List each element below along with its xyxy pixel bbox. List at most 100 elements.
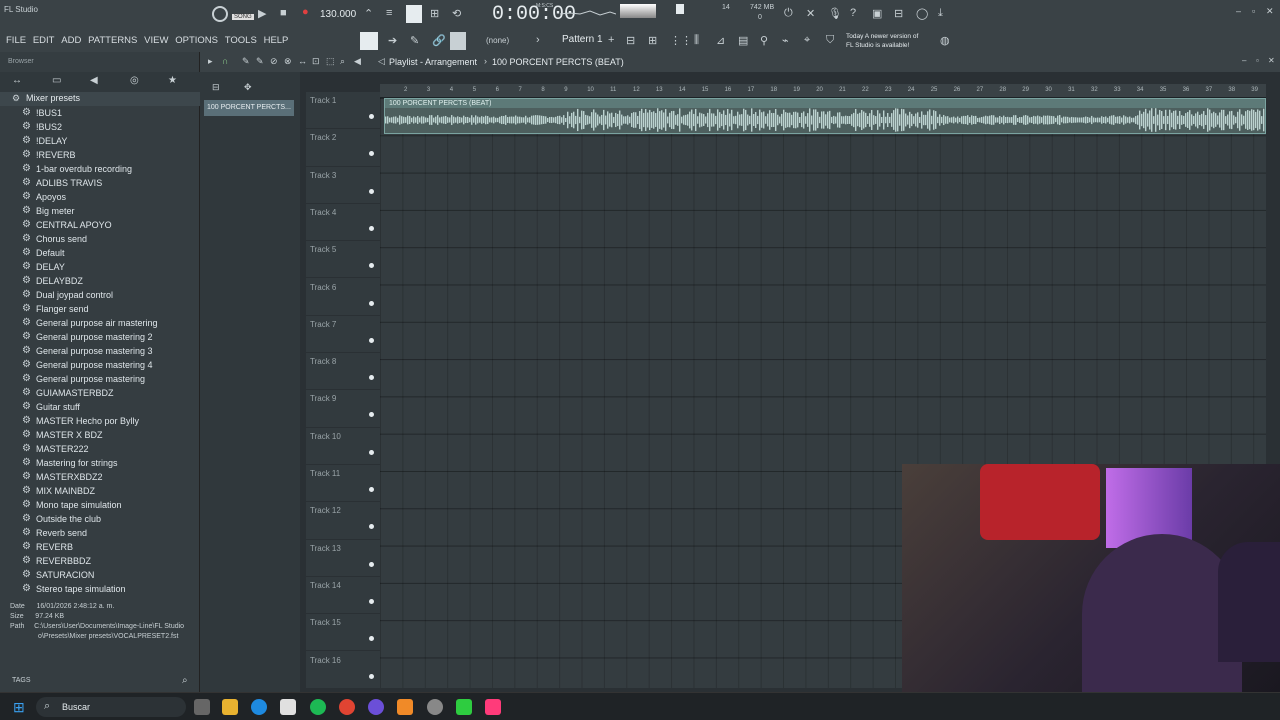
- menu-view[interactable]: VIEW: [144, 35, 168, 46]
- menu-edit[interactable]: EDIT: [33, 35, 55, 46]
- browser-icon[interactable]: ▤: [738, 34, 748, 47]
- track-header[interactable]: Track 9: [306, 390, 380, 428]
- preset-item[interactable]: ⚙ Dual joypad control: [0, 288, 200, 302]
- preset-item[interactable]: ⚙ CENTRAL APOYO: [0, 218, 200, 232]
- menu-add[interactable]: ADD: [61, 35, 81, 46]
- track-mute-dot[interactable]: [369, 598, 374, 604]
- select-tool-icon[interactable]: ⬚: [326, 56, 335, 67]
- stop-icon[interactable]: ■: [280, 7, 287, 19]
- playlist-menu-icon[interactable]: ▸: [208, 56, 213, 67]
- preset-item[interactable]: ⚙ DELAYBDZ: [0, 274, 200, 288]
- preset-item[interactable]: ⚙ !DELAY: [0, 134, 200, 148]
- track-mute-dot[interactable]: [369, 337, 374, 343]
- track-mute-dot[interactable]: [369, 673, 374, 679]
- preset-item[interactable]: ⚙ Big meter: [0, 204, 200, 218]
- preset-item[interactable]: ⚙ !BUS1: [0, 106, 200, 120]
- store-icon[interactable]: ⛉: [826, 34, 834, 47]
- arrow-right-icon[interactable]: ➔: [388, 34, 397, 47]
- download-icon[interactable]: ⤓: [938, 7, 943, 20]
- preset-item[interactable]: ⚙ General purpose air mastering: [0, 316, 200, 330]
- track-header[interactable]: Track 7: [306, 316, 380, 354]
- microphone-icon[interactable]: 🎙: [828, 7, 842, 20]
- track-header[interactable]: Track 2: [306, 129, 380, 167]
- channel-rack-icon[interactable]: ⋮⋮: [670, 34, 692, 47]
- mixer-close-icon[interactable]: ✕: [806, 7, 815, 20]
- playlist-pattern-name[interactable]: 100 PORCENT PERCTS (BEAT): [492, 57, 624, 67]
- timeline-ruler[interactable]: 2 3 4 5 6 7 8 9 10 11 12 13 14 15 16 17 18 19 20 21 22 23 24 25…: [380, 84, 1266, 98]
- preset-item[interactable]: ⚙ General purpose mastering 4: [0, 358, 200, 372]
- tempo-tapper-icon[interactable]: ⌁: [782, 34, 789, 47]
- menu-tools[interactable]: TOOLS: [225, 35, 257, 46]
- preset-item[interactable]: ⚙ General purpose mastering 3: [0, 344, 200, 358]
- preset-item[interactable]: ⚙ 1-bar overdub recording: [0, 162, 200, 176]
- pattern-song-toggle-icon[interactable]: [212, 6, 228, 22]
- help-icon[interactable]: ?: [850, 7, 856, 19]
- track-mute-dot[interactable]: [369, 412, 374, 418]
- preset-item[interactable]: ⚙ Stereo tape simulation: [0, 582, 200, 596]
- track-mute-dot[interactable]: [369, 561, 374, 567]
- track-mute-dot[interactable]: [369, 524, 374, 530]
- store-app-icon[interactable]: [280, 699, 296, 715]
- spotify-icon[interactable]: [310, 699, 326, 715]
- preset-item[interactable]: ⚙ Mono tape simulation: [0, 498, 200, 512]
- close-icon[interactable]: ✕: [1266, 6, 1274, 17]
- touch-controller-icon[interactable]: ⌖: [804, 34, 810, 47]
- track-header[interactable]: Track 13: [306, 540, 380, 577]
- track-header[interactable]: Track 11: [306, 465, 380, 503]
- preset-item[interactable]: ⚙ MASTER222: [0, 442, 200, 456]
- browser-plugins-tab-icon[interactable]: ◀: [90, 75, 98, 86]
- search-icon[interactable]: ⌕: [182, 675, 188, 686]
- play-icon[interactable]: ▶: [258, 7, 266, 20]
- routing-icon[interactable]: ⊿: [716, 34, 725, 47]
- magnet-icon[interactable]: [450, 32, 466, 50]
- render-icon[interactable]: ⊟: [894, 7, 903, 20]
- tiktok-icon[interactable]: [485, 699, 501, 715]
- menu-file[interactable]: FILE: [6, 35, 26, 46]
- discord-icon[interactable]: [368, 699, 384, 715]
- windows-start-icon[interactable]: ⊞: [13, 699, 25, 716]
- track-mute-dot[interactable]: [369, 300, 374, 306]
- pattern-selector[interactable]: Pattern 1: [562, 34, 603, 45]
- preset-item[interactable]: ⚙ General purpose mastering: [0, 372, 200, 386]
- track-header[interactable]: Track 3: [306, 167, 380, 204]
- track-header[interactable]: Track 8: [306, 353, 380, 391]
- track-header[interactable]: Track 4: [306, 204, 380, 242]
- zoom-tool-icon[interactable]: ⌕: [340, 56, 345, 67]
- track-mute-dot[interactable]: [369, 449, 374, 455]
- track-mute-dot[interactable]: [369, 375, 374, 381]
- preset-item[interactable]: ⚙ !BUS2: [0, 120, 200, 134]
- track-header[interactable]: Track 6: [306, 279, 380, 316]
- paint-tool-icon[interactable]: ✎: [256, 56, 264, 67]
- preset-item[interactable]: ⚙ Flanger send: [0, 302, 200, 316]
- file-explorer-icon[interactable]: [222, 699, 238, 715]
- audio-clip[interactable]: 100 PORCENT PERCTS (BEAT): [384, 98, 1266, 134]
- preset-item[interactable]: ⚙ Default: [0, 246, 200, 260]
- slice-tool-icon[interactable]: ⊡: [312, 56, 320, 67]
- save-icon[interactable]: ▣: [872, 7, 882, 20]
- track-mute-dot[interactable]: [369, 263, 374, 269]
- preset-item[interactable]: ⚙ Outside the club: [0, 512, 200, 526]
- preset-item[interactable]: ⚙ MASTER Hecho por Bylly: [0, 414, 200, 428]
- playlist-close-icon[interactable]: ✕: [1268, 56, 1275, 65]
- preset-item[interactable]: ⚙ Mastering for strings: [0, 456, 200, 470]
- snap-icon[interactable]: [360, 32, 378, 50]
- preset-item[interactable]: ⚙ General purpose mastering 2: [0, 330, 200, 344]
- preset-item[interactable]: ⚙ GUIAMASTERBDZ: [0, 386, 200, 400]
- fl-studio-taskbar-icon[interactable]: [397, 699, 413, 715]
- track-mute-dot[interactable]: [369, 636, 374, 642]
- plugin-icon[interactable]: ⚲: [760, 34, 768, 47]
- track-mute-dot[interactable]: [369, 225, 374, 231]
- tempo-display[interactable]: 130.000: [320, 9, 356, 20]
- menu-patterns[interactable]: PATTERNS: [88, 35, 137, 46]
- preset-item[interactable]: ⚙ MIX MAINBDZ: [0, 484, 200, 498]
- track-header[interactable]: Track 12: [306, 502, 380, 540]
- taskbar-search[interactable]: ⌕ Buscar: [36, 697, 186, 717]
- track-header[interactable]: Track 14: [306, 577, 380, 615]
- preset-item[interactable]: ⚙ Apoyos: [0, 190, 200, 204]
- delete-tool-icon[interactable]: ⊘: [270, 56, 278, 67]
- snap-selector[interactable]: (none): [486, 36, 509, 45]
- piano-roll-icon[interactable]: ⊞: [648, 34, 657, 47]
- countdown-icon[interactable]: [406, 5, 422, 23]
- track-header[interactable]: Track 15: [306, 614, 380, 652]
- preset-item[interactable]: ⚙ REVERBBDZ: [0, 554, 200, 568]
